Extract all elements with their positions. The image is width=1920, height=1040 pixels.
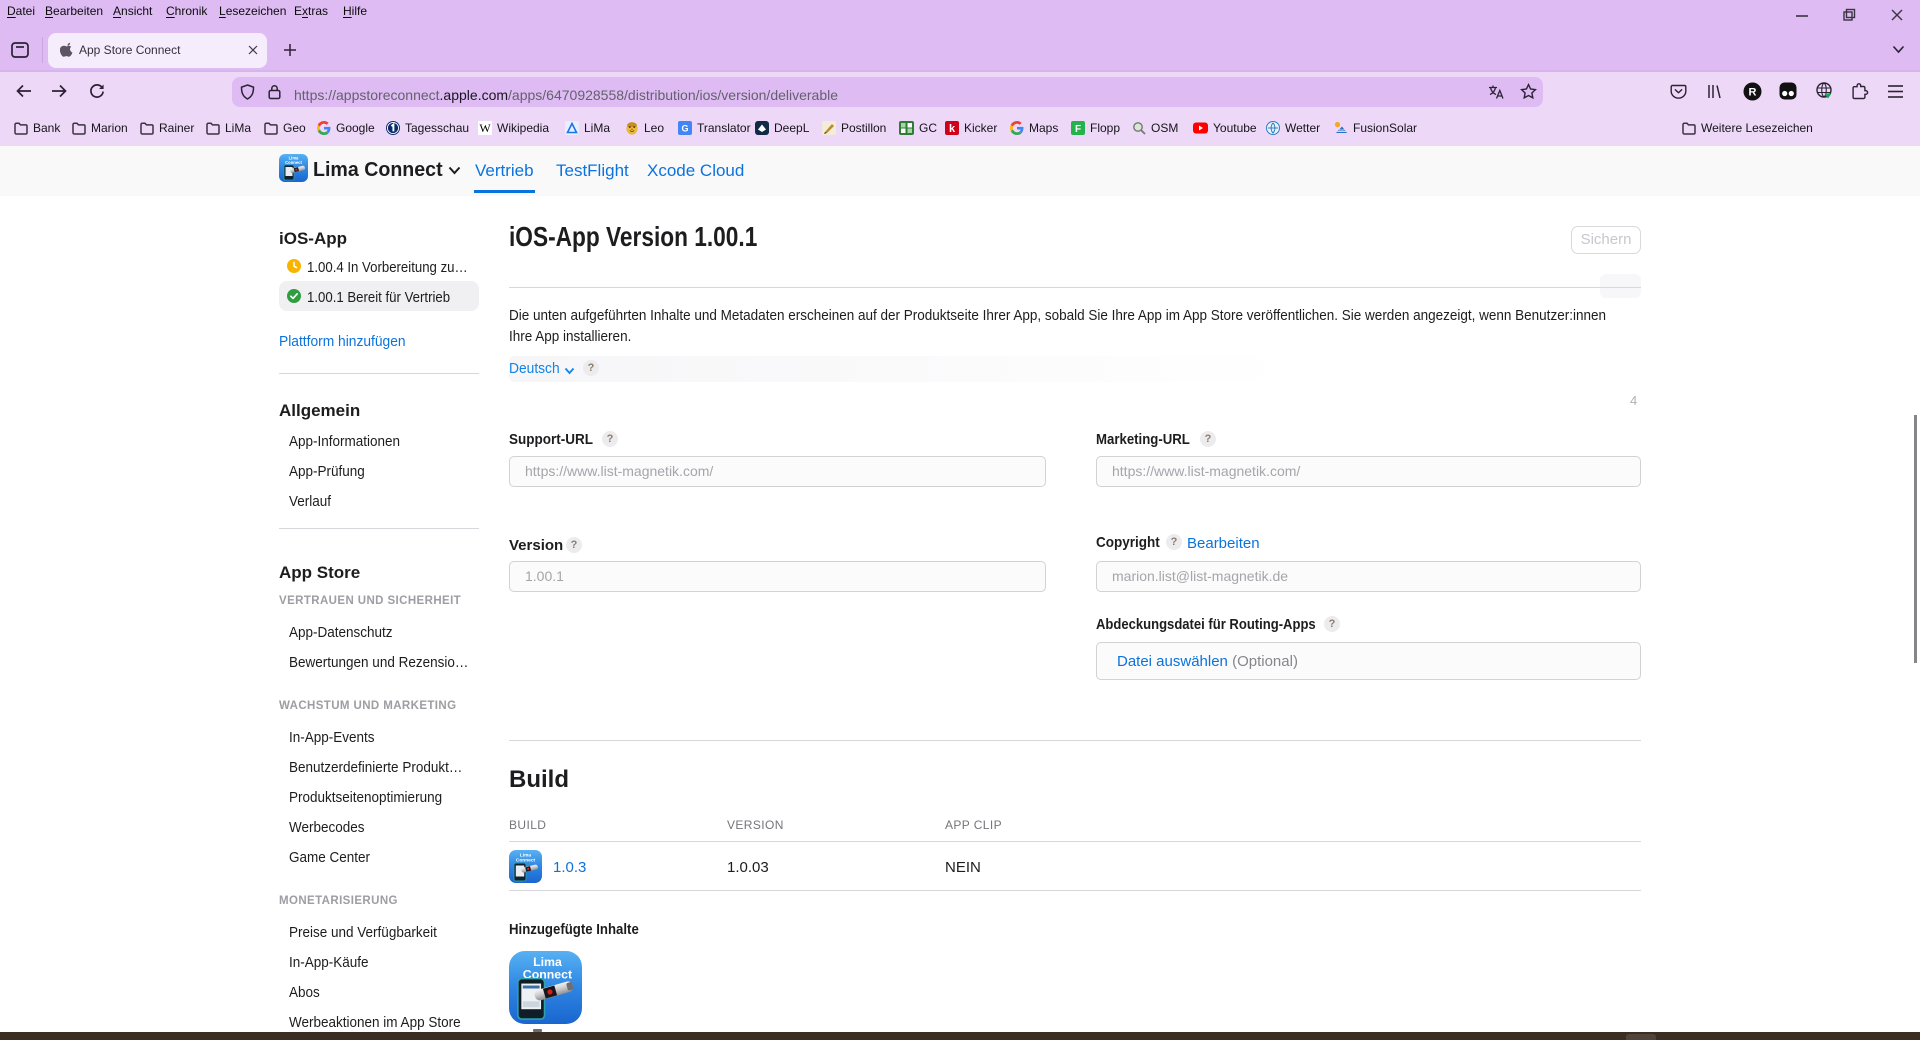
svg-text:F: F <box>1075 124 1081 135</box>
svg-text:Connect: Connect <box>285 160 302 165</box>
svg-text:G: G <box>681 124 688 134</box>
svg-text:R: R <box>1749 87 1757 99</box>
svg-text:W: W <box>479 121 491 135</box>
svg-text:k: k <box>949 123 956 135</box>
